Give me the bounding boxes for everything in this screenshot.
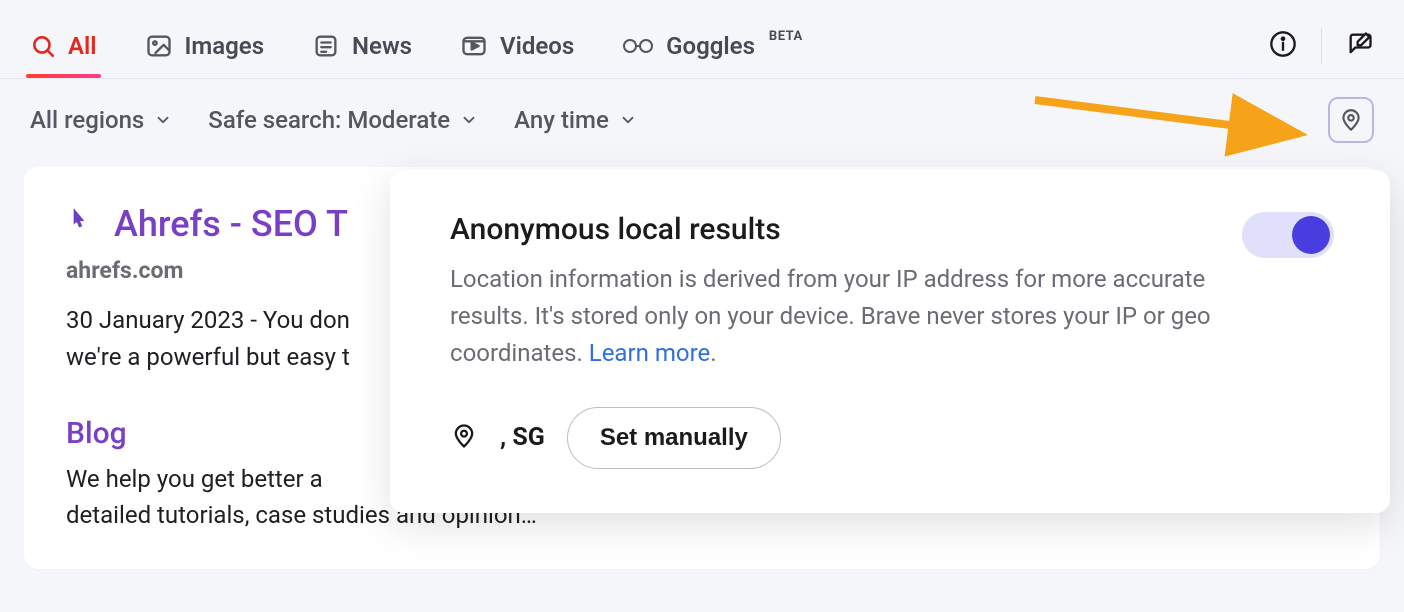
filter-time[interactable]: Any time: [514, 106, 637, 134]
tab-label: News: [352, 32, 412, 60]
result-snippet: 30 January 2023 - You don we're a powerf…: [66, 302, 416, 376]
feedback-icon[interactable]: [1346, 30, 1374, 62]
tab-label: All: [68, 32, 97, 60]
divider: [1321, 28, 1322, 64]
location-pin-icon: [450, 422, 478, 454]
video-icon: [460, 32, 488, 60]
image-icon: [145, 32, 173, 60]
location-pin-icon: [1338, 107, 1364, 133]
set-manually-button[interactable]: Set manually: [567, 407, 781, 469]
local-results-toggle[interactable]: [1242, 212, 1334, 258]
chevron-down-icon: [154, 107, 172, 135]
pointer-icon: [66, 206, 92, 243]
tab-all[interactable]: All: [30, 32, 97, 60]
beta-badge: BETA: [769, 29, 803, 44]
tab-label: Images: [185, 32, 265, 60]
goggles-icon: [622, 36, 654, 56]
filter-label: Safe search: Moderate: [208, 106, 450, 134]
tab-label: Goggles: [666, 32, 755, 60]
location-popup: Anonymous local results Location informa…: [390, 170, 1390, 513]
filter-bar: All regions Safe search: Moderate Any ti…: [0, 79, 1404, 161]
filter-region[interactable]: All regions: [30, 106, 172, 134]
filter-safesearch[interactable]: Safe search: Moderate: [208, 106, 478, 134]
chevron-down-icon: [460, 107, 478, 135]
search-tabs: All Images News Videos Goggles BETA: [0, 0, 1404, 79]
filter-label: Any time: [514, 106, 609, 134]
tab-images[interactable]: Images: [145, 32, 265, 60]
tab-label: Videos: [500, 32, 574, 60]
filter-label: All regions: [30, 106, 144, 134]
result-title-link[interactable]: Ahrefs - SEO T: [114, 203, 348, 245]
news-icon: [312, 32, 340, 60]
tab-videos[interactable]: Videos: [460, 32, 574, 60]
learn-more-link[interactable]: Learn more: [589, 339, 710, 367]
chevron-down-icon: [619, 107, 637, 135]
current-location: , SG: [500, 423, 545, 452]
popup-description: Location information is derived from you…: [450, 261, 1242, 373]
tab-goggles[interactable]: Goggles BETA: [622, 32, 803, 60]
sitelink-title[interactable]: Blog: [66, 416, 127, 451]
popup-title: Anonymous local results: [450, 212, 1242, 247]
tab-news[interactable]: News: [312, 32, 412, 60]
search-icon: [30, 33, 56, 59]
location-button[interactable]: [1328, 97, 1374, 143]
info-icon[interactable]: [1269, 30, 1297, 62]
